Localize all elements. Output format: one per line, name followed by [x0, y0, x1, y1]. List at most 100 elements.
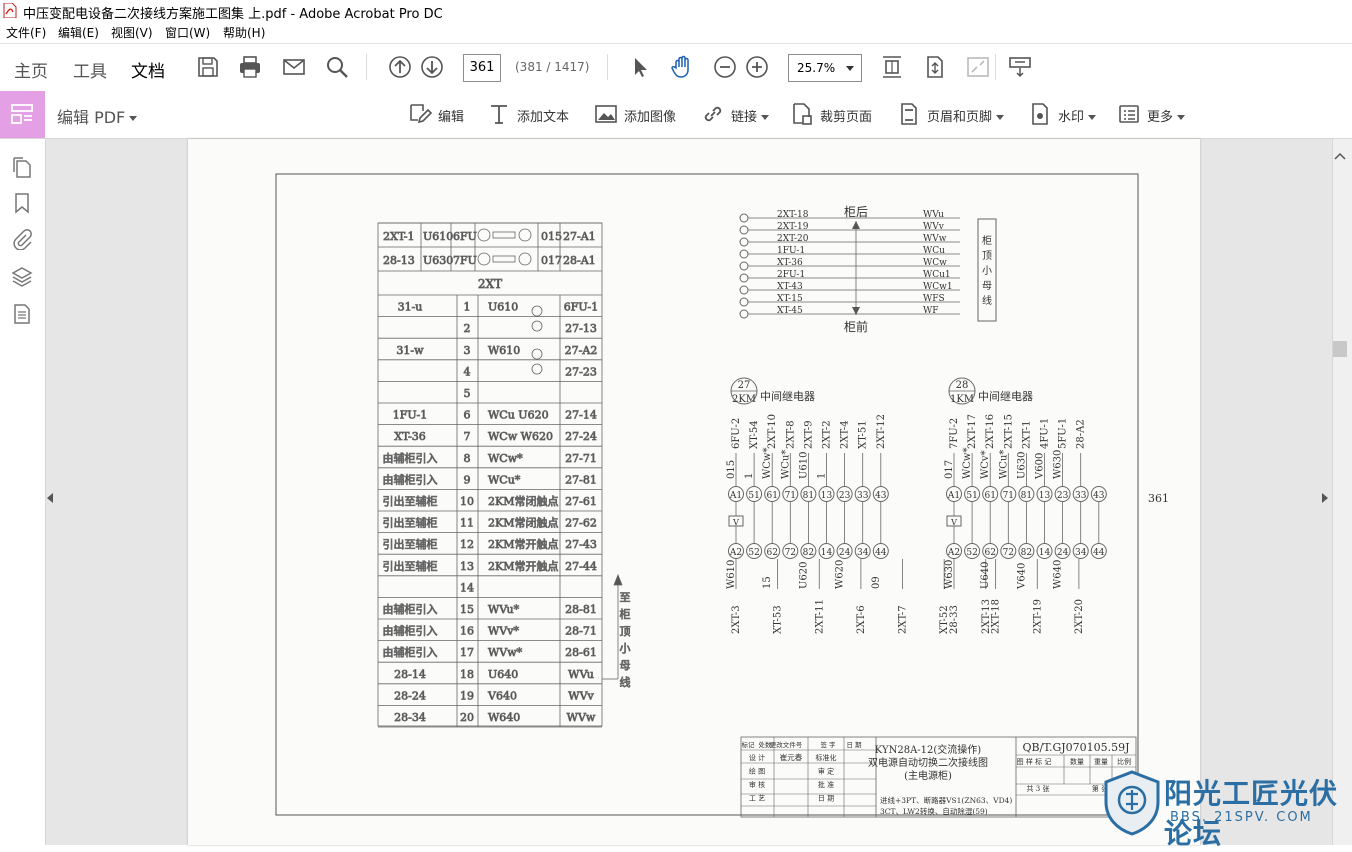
bus-terminal [739, 273, 749, 283]
side-note-char: 线 [620, 675, 631, 689]
header-cell: 017 [541, 254, 562, 267]
relay-bottom-wire: 28-33 [949, 605, 960, 634]
fit-page-icon[interactable] [879, 54, 905, 80]
scroll-up-icon[interactable] [1333, 150, 1347, 162]
terminal-row-left: 由辅柜引入 [383, 645, 438, 659]
add-image-label: 添加图像 [624, 110, 677, 125]
relay-bottom-mark: 09 [871, 576, 882, 589]
relay-top-mark: U630 [1016, 451, 1027, 479]
vertical-scrollbar[interactable] [1332, 139, 1352, 845]
layers-icon[interactable] [11, 266, 33, 288]
relay-bottom-terminal-label: 24 [839, 548, 851, 558]
search-icon[interactable] [324, 54, 350, 80]
title-header-cell: 日 期 [846, 741, 862, 749]
title-left-row: 工 艺 [749, 795, 765, 803]
edit-pdf-tool-button[interactable] [0, 91, 45, 138]
chevron-down-icon [846, 66, 854, 71]
relay-bottom-terminal-label: 72 [785, 548, 796, 558]
terminal-row-signal: 2KM常开触点 [488, 537, 558, 551]
attachment-icon[interactable] [11, 228, 33, 250]
relay-top-terminal-label: A1 [947, 491, 960, 501]
terminal-row-left: 28-24 [394, 689, 426, 702]
menu-edit[interactable]: 编辑(E) [58, 24, 99, 41]
chevron-down-icon [1177, 115, 1186, 120]
page-up-icon[interactable] [387, 54, 413, 80]
zoom-select[interactable]: 25.7% [788, 54, 862, 82]
page-down-icon[interactable] [419, 54, 445, 80]
document-icon[interactable] [11, 303, 33, 325]
document-viewport[interactable]: 361 2XT-1 U610 6FU 015 27-A1 28-13 U630 7FU 017 2… [46, 139, 1332, 845]
terminal-row-left: 28-34 [394, 711, 426, 724]
tab-tools[interactable]: 工具 [73, 57, 107, 82]
menu-window[interactable]: 窗口(W) [165, 24, 210, 41]
side-note-char: 母 [620, 659, 631, 672]
link-circle [531, 305, 543, 317]
relay-bottom-terminal-label: 14 [1039, 548, 1051, 558]
terminal-row-right: 27-62 [565, 517, 597, 530]
zoom-in-icon[interactable] [744, 54, 770, 80]
bus-row-right: WVw [923, 234, 947, 244]
edit-pdf-title[interactable]: 编辑 PDF [57, 104, 138, 128]
crop-page-label: 裁剪页面 [820, 110, 873, 125]
full-screen-icon[interactable] [965, 54, 991, 80]
menu-help[interactable]: 帮助(H) [223, 24, 265, 41]
relay-top-mark: WCv* [980, 450, 991, 479]
zoom-out-icon[interactable] [712, 54, 738, 80]
tab-document[interactable]: 文档 [131, 57, 165, 96]
title-left-row: 绘 图 [749, 767, 765, 776]
relay-bottom-terminal-label: 44 [875, 548, 887, 558]
title-line-5: 3CT、LW2转换、自动除湿(59) [880, 806, 988, 816]
tab-home[interactable]: 主页 [14, 57, 48, 82]
bus-terminal [739, 213, 749, 223]
relay-top-terminal-label: 61 [984, 491, 995, 501]
print-icon[interactable] [237, 54, 263, 80]
select-pointer-icon[interactable] [627, 54, 653, 80]
terminal-row-number: 16 [460, 625, 474, 638]
terminal-row-left: 由辅柜引入 [383, 472, 438, 486]
terminal-row-right: WVv [568, 689, 594, 702]
relay-code: 2KM [732, 394, 756, 405]
terminal-row-left: XT-36 [394, 430, 425, 443]
relay-top-wire: 2XT-4 [840, 420, 851, 449]
scrollbar-thumb[interactable] [1333, 341, 1347, 357]
read-mode-icon[interactable] [1007, 54, 1033, 80]
terminal-row-right: 27-61 [565, 495, 597, 508]
next-page-arrow[interactable] [1322, 493, 1328, 503]
window-title: 中压变配电设备二次接线方案施工图集 上.pdf - Adobe Acrobat … [23, 7, 443, 22]
bus-row-left: XT-45 [777, 306, 803, 316]
menu-view[interactable]: 视图(V) [111, 24, 153, 41]
terminal-row-signal: WCw* [488, 452, 523, 465]
bus-terminal [739, 309, 749, 319]
title-mid-row: 标准化 [816, 753, 837, 762]
relay-top-terminal-label: 43 [875, 491, 887, 501]
page-count: (381 / 1417) [515, 60, 590, 74]
side-note-char: 至 [620, 591, 631, 604]
page-number-input[interactable]: 361 [463, 54, 501, 82]
hand-icon[interactable] [669, 54, 695, 80]
save-icon[interactable] [195, 54, 221, 80]
email-icon[interactable] [281, 54, 307, 80]
header-cell: 6FU [453, 230, 477, 243]
previous-page-arrow[interactable] [47, 493, 53, 503]
title-right-label: 比例 [1117, 757, 1131, 766]
menu-file[interactable]: 文件(F) [6, 24, 46, 41]
pages-icon[interactable] [11, 156, 33, 178]
relay-bottom-terminal-label: A2 [729, 548, 742, 558]
terminal-row-left: 由辅柜引入 [383, 451, 438, 465]
terminal-row-signal: WVu* [488, 603, 520, 616]
terminal-row-right: 6FU-1 [564, 301, 598, 314]
relay-bottom-wire: 2XT-19 [1032, 599, 1043, 634]
bus-row-left: 2FU-1 [777, 270, 805, 280]
link-circle [531, 348, 543, 360]
side-arrow [613, 573, 623, 586]
scroll-mode-icon[interactable] [922, 54, 948, 80]
toolbar-divider [607, 54, 608, 80]
relay-top-terminal-label: 33 [857, 491, 869, 501]
header-footer-label: 页眉和页脚 [927, 106, 1005, 125]
relay-label: 中间继电器 [978, 390, 1033, 403]
add-text-label: 添加文本 [517, 110, 570, 125]
bookmark-icon[interactable] [11, 192, 33, 214]
bus-box-char: 顶 [982, 250, 992, 262]
bus-arrow-up [852, 221, 860, 229]
terminal-row-number: 7 [464, 430, 471, 443]
